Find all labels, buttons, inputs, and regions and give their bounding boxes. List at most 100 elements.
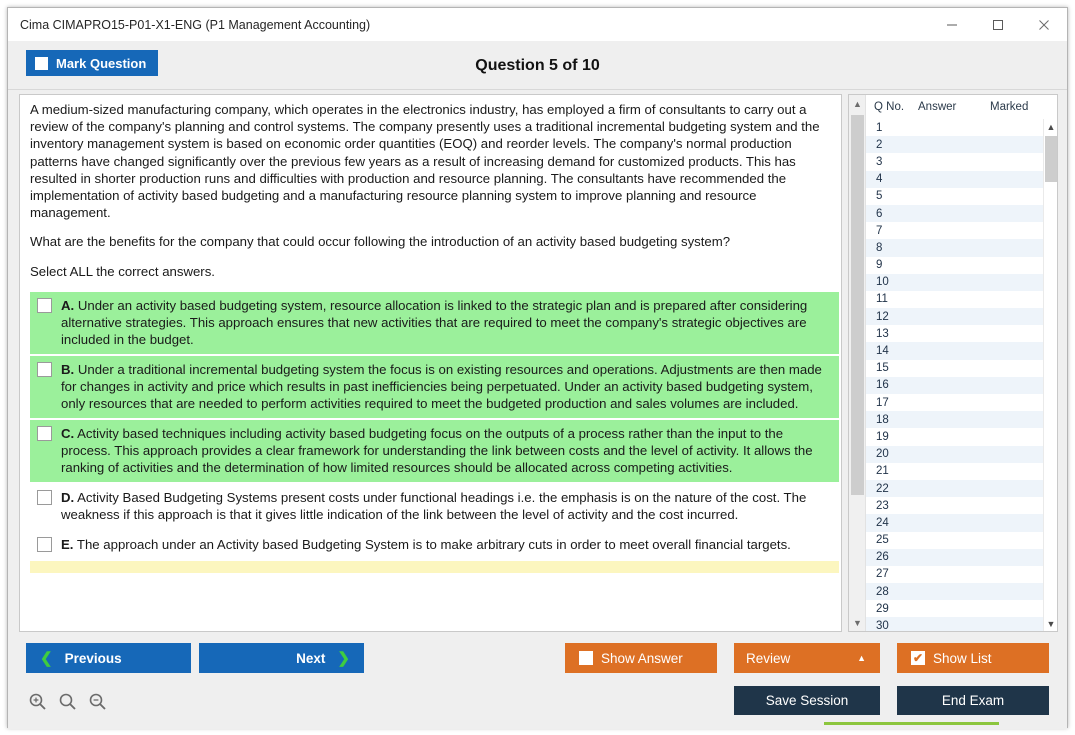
outer-scroll-thumb[interactable]: [851, 115, 864, 495]
column-header-answer: Answer: [918, 101, 957, 113]
answer-option-e[interactable]: E. The approach under an Activity based …: [30, 530, 839, 559]
chevron-right-icon: ❯: [337, 650, 350, 667]
question-list-row[interactable]: 22: [866, 479, 1043, 498]
row-question-number: 3: [876, 155, 883, 168]
zoom-reset-icon[interactable]: [58, 692, 77, 716]
question-list-row[interactable]: 4: [866, 170, 1043, 188]
question-list-row[interactable]: 9: [866, 256, 1043, 274]
scroll-down-arrow-icon[interactable]: ▼: [849, 614, 866, 631]
question-list-row[interactable]: 1: [866, 119, 1043, 137]
row-question-number: 16: [876, 379, 889, 392]
question-list-row[interactable]: 18: [866, 411, 1043, 429]
question-list-row[interactable]: 3: [866, 153, 1043, 171]
row-question-number: 22: [876, 482, 889, 495]
option-text: B. Under a traditional incremental budge…: [61, 361, 822, 411]
row-question-number: 18: [876, 413, 889, 426]
question-list-row[interactable]: 29: [866, 600, 1043, 618]
row-question-number: 11: [876, 293, 888, 306]
question-paragraph: A medium-sized manufacturing company, wh…: [30, 102, 820, 221]
row-question-number: 8: [876, 241, 883, 254]
inner-scroll-thumb[interactable]: [1045, 136, 1057, 182]
page-title: Question 5 of 10: [475, 56, 600, 74]
option-checkbox[interactable]: [37, 489, 52, 505]
question-list-row[interactable]: 28: [866, 583, 1043, 601]
bottom-toolbar: ❮ Previous Next ❯ Show Answer Review ▲ ✔…: [8, 634, 1067, 729]
row-question-number: 14: [876, 345, 889, 358]
row-question-number: 7: [876, 224, 883, 237]
title-bar: Cima CIMAPRO15-P01-X1-ENG (P1 Management…: [8, 8, 1067, 41]
row-question-number: 12: [876, 310, 889, 323]
row-question-number: 19: [876, 430, 889, 443]
end-exam-button[interactable]: End Exam: [897, 686, 1049, 715]
zoom-in-icon[interactable]: [28, 692, 47, 716]
list-scroll-up-icon[interactable]: ▲: [1044, 119, 1057, 134]
minimize-icon[interactable]: [929, 8, 975, 41]
question-list-row[interactable]: 23: [866, 497, 1043, 515]
question-list-row[interactable]: 14: [866, 342, 1043, 360]
answer-option-b[interactable]: B. Under a traditional incremental budge…: [30, 355, 839, 418]
scroll-up-arrow-icon[interactable]: ▲: [849, 95, 866, 112]
option-checkbox[interactable]: [37, 536, 52, 552]
list-scroll-down-icon[interactable]: ▼: [1044, 616, 1057, 631]
show-answer-button[interactable]: Show Answer: [565, 643, 717, 673]
question-list-row[interactable]: 20: [866, 445, 1043, 463]
question-list-row[interactable]: 8: [866, 239, 1043, 257]
question-list-row[interactable]: 17: [866, 394, 1043, 412]
next-button[interactable]: Next ❯: [199, 643, 364, 673]
question-list-row[interactable]: 30: [866, 617, 1043, 631]
show-answer-checkbox[interactable]: [579, 651, 593, 665]
row-question-number: 29: [876, 602, 889, 615]
row-question-number: 24: [876, 516, 889, 529]
show-list-button[interactable]: ✔ Show List: [897, 643, 1049, 673]
question-list-row[interactable]: 2: [866, 136, 1043, 154]
previous-button[interactable]: ❮ Previous: [26, 643, 191, 673]
question-list-row[interactable]: 16: [866, 376, 1043, 394]
answer-option-c[interactable]: C. Activity based techniques including a…: [30, 419, 839, 482]
answer-options-list: A. Under an activity based budgeting sys…: [20, 291, 841, 573]
row-question-number: 15: [876, 362, 889, 375]
question-list-row[interactable]: 10: [866, 273, 1043, 291]
question-list-row[interactable]: 7: [866, 222, 1043, 240]
option-text: E. The approach under an Activity based …: [61, 536, 791, 552]
option-checkbox[interactable]: [37, 297, 52, 313]
question-list-row[interactable]: 24: [866, 514, 1043, 532]
answer-option-a[interactable]: A. Under an activity based budgeting sys…: [30, 291, 839, 354]
question-list-row[interactable]: 25: [866, 531, 1043, 549]
mark-question-checkbox[interactable]: [35, 56, 48, 70]
zoom-controls: [28, 692, 107, 716]
question-list-row[interactable]: 26: [866, 548, 1043, 566]
question-list-row[interactable]: 15: [866, 359, 1043, 377]
zoom-out-icon[interactable]: [88, 692, 107, 716]
exam-window: Cima CIMAPRO15-P01-X1-ENG (P1 Management…: [7, 7, 1068, 729]
row-question-number: 5: [876, 190, 883, 203]
question-list-row[interactable]: 12: [866, 308, 1043, 326]
save-session-button[interactable]: Save Session: [734, 686, 880, 715]
question-list-row[interactable]: 6: [866, 204, 1043, 223]
review-dropdown-button[interactable]: Review ▲: [734, 643, 880, 673]
question-list-row[interactable]: 5: [866, 187, 1043, 205]
question-list-row[interactable]: 21: [866, 462, 1043, 480]
row-question-number: 20: [876, 448, 889, 461]
show-list-checkbox[interactable]: ✔: [911, 651, 925, 665]
mark-question-button[interactable]: Mark Question: [26, 50, 159, 76]
option-checkbox[interactable]: [37, 361, 52, 377]
answer-option-d[interactable]: D. Activity Based Budgeting Systems pres…: [30, 483, 839, 529]
inner-scrollbar[interactable]: ▲ ▼: [1043, 119, 1057, 631]
question-rows: 1 2 3 4 5 6 7 8 9 10 11 12 13 14 15 16 17 18 19 20 21 22 23 24 2…: [866, 119, 1043, 631]
option-checkbox[interactable]: [37, 425, 52, 441]
close-icon[interactable]: [1021, 8, 1067, 41]
question-instruction: Select ALL the correct answers.: [30, 263, 215, 279]
question-list-row[interactable]: 27: [866, 565, 1043, 584]
answer-option-partial[interactable]: [30, 560, 839, 573]
outer-scrollbar[interactable]: ▲ ▼: [849, 95, 866, 631]
question-list-panel: ▲ ▼ Q No. Answer Marked 1 2 3 4 5 6 7 8 9 10 11 12 1…: [848, 94, 1058, 632]
review-label: Review: [746, 650, 791, 666]
row-question-number: 9: [876, 259, 883, 272]
question-list-row[interactable]: 13: [866, 325, 1043, 343]
row-question-number: 28: [876, 585, 889, 598]
question-list-row[interactable]: 11: [866, 290, 1043, 309]
question-list-row[interactable]: 19: [866, 428, 1043, 446]
option-letter: B.: [61, 361, 75, 377]
maximize-icon[interactable]: [975, 8, 1021, 41]
row-question-number: 21: [876, 465, 889, 478]
